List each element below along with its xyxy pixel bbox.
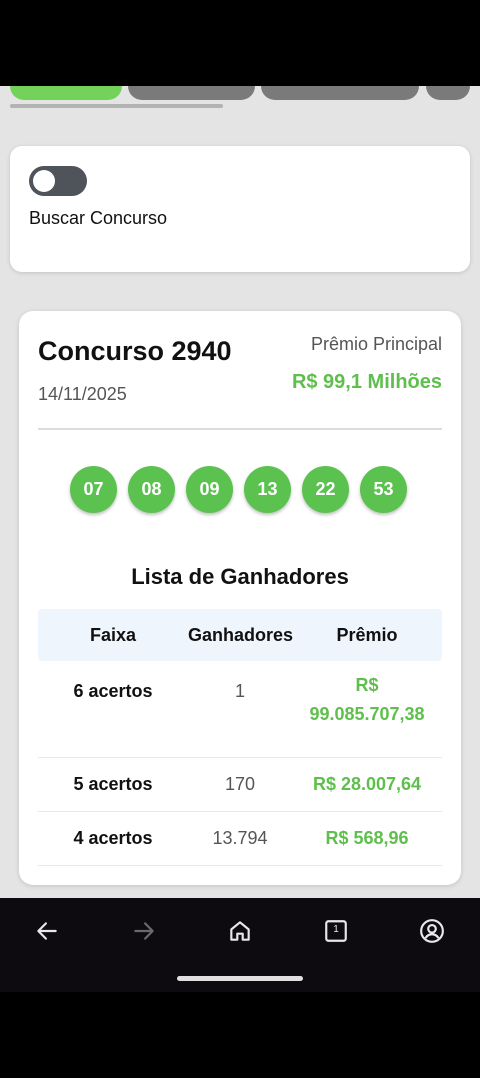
tab-selected[interactable] bbox=[10, 86, 122, 100]
prize-currency: R$ bbox=[355, 675, 379, 695]
prize-cell: R$ 568,96 bbox=[325, 828, 409, 848]
forward-arrow-icon[interactable] bbox=[131, 918, 157, 944]
search-toggle[interactable] bbox=[29, 166, 87, 196]
header-tier: Faixa bbox=[89, 624, 137, 645]
winners-title: Lista de Ganhadores bbox=[131, 564, 349, 589]
app-viewport: Buscar Concurso Concurso 2940 14/11/2025… bbox=[0, 86, 480, 898]
table-row: 6 acertos 1 R$ 99.085.707,38 bbox=[38, 661, 442, 758]
header-winners: Ganhadores bbox=[188, 624, 294, 645]
tab-2[interactable] bbox=[128, 86, 255, 100]
contest-date: 14/11/2025 bbox=[38, 384, 127, 404]
winners-table: Faixa Ganhadores Prêmio 6 acertos 1 R$ 9… bbox=[38, 609, 442, 866]
tab-3[interactable] bbox=[261, 86, 419, 100]
search-label: Buscar Concurso bbox=[29, 208, 168, 228]
number-ball: 53 bbox=[360, 466, 407, 513]
number-ball: 08 bbox=[128, 466, 175, 513]
header-prize: Prêmio bbox=[336, 624, 398, 645]
tab-4[interactable] bbox=[426, 86, 470, 100]
tier-cell: 6 acertos bbox=[73, 681, 153, 701]
winners-cell: 13.794 bbox=[212, 828, 268, 848]
main-prize-label: Prêmio Principal bbox=[310, 334, 442, 354]
table-row: 5 acertos 170 R$ 28.007,64 bbox=[38, 758, 442, 812]
home-icon[interactable] bbox=[227, 918, 253, 944]
table-header: Faixa Ganhadores Prêmio bbox=[38, 609, 442, 661]
number-ball: 07 bbox=[70, 466, 117, 513]
number-ball: 09 bbox=[186, 466, 233, 513]
number-ball: 13 bbox=[244, 466, 291, 513]
tab-scroll-indicator bbox=[10, 104, 223, 108]
prize-amount: 99.085.707,38 bbox=[309, 704, 425, 724]
tier-cell: 4 acertos bbox=[73, 828, 153, 848]
search-card: Buscar Concurso bbox=[10, 146, 470, 272]
tabs-icon[interactable]: 1 bbox=[323, 918, 349, 944]
tier-cell: 5 acertos bbox=[73, 774, 153, 794]
contest-title: Concurso 2940 bbox=[38, 336, 232, 366]
number-ball: 22 bbox=[302, 466, 349, 513]
drawn-numbers: 07 08 09 13 22 53 bbox=[70, 466, 407, 513]
main-prize-value: R$ 99,1 Milhões bbox=[291, 371, 442, 393]
winners-cell: 170 bbox=[224, 774, 256, 794]
prize-cell: R$ 99.085.707,38 bbox=[292, 661, 442, 729]
home-indicator[interactable] bbox=[177, 976, 303, 981]
back-arrow-icon[interactable] bbox=[34, 918, 60, 944]
tab-count: 1 bbox=[333, 924, 339, 935]
browser-nav-bar: 1 bbox=[0, 898, 480, 992]
winners-cell: 1 bbox=[234, 681, 245, 701]
table-row: 4 acertos 13.794 R$ 568,96 bbox=[38, 812, 442, 866]
divider bbox=[38, 428, 442, 430]
result-card: Concurso 2940 14/11/2025 Prêmio Principa… bbox=[19, 311, 461, 885]
prize-cell: R$ 28.007,64 bbox=[312, 774, 422, 794]
account-icon[interactable] bbox=[419, 918, 445, 944]
toggle-knob bbox=[33, 170, 55, 192]
